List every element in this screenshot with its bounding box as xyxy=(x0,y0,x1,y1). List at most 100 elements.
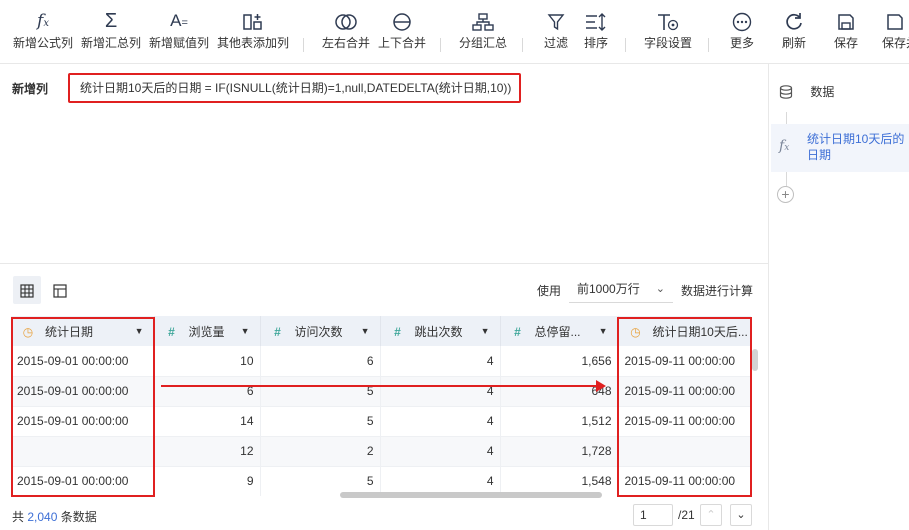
sort-icon xyxy=(578,8,614,34)
clock-icon: ◷ xyxy=(630,324,641,339)
toolbar: fx 新增公式列 Σ 新增汇总列 A= 新增赋值列 其他表添加列 左右合并 上下… xyxy=(0,0,909,64)
column-header[interactable]: # 跳出次数 ▼ xyxy=(380,316,501,346)
table-cell[interactable]: 2 xyxy=(260,436,381,467)
more-button[interactable]: 更多 xyxy=(724,8,760,58)
add-assign-column-button[interactable]: A= 新增赋值列 xyxy=(148,8,210,58)
table-cell[interactable]: 2015-09-01 00:00:00 xyxy=(11,406,155,437)
table-cell[interactable]: 2015-09-01 00:00:00 xyxy=(11,346,155,377)
group-summary-button[interactable]: 分组汇总 xyxy=(457,8,509,58)
table-cell[interactable]: 4 xyxy=(380,406,501,437)
caret-down-icon[interactable]: ▼ xyxy=(481,316,490,346)
table-cell[interactable]: 2015-09-11 00:00:00 xyxy=(618,466,751,496)
hash-icon: # xyxy=(394,324,401,339)
add-formula-column-button[interactable]: fx 新增公式列 xyxy=(12,8,74,58)
layout-icon xyxy=(53,284,67,298)
column-header[interactable]: ◷ 统计日期 ▼ xyxy=(11,316,155,346)
table-cell[interactable]: 5 xyxy=(260,406,381,437)
formula-step-label: 统计日期10天后的日期 xyxy=(807,132,905,162)
next-page-button[interactable]: ⌄ xyxy=(730,504,752,526)
fx-icon: fx xyxy=(37,11,49,31)
table-cell[interactable]: 2015-09-01 00:00:00 xyxy=(11,376,155,407)
table-row: 2015-09-01 00:00:00 6 5 4 648 2015-09-11… xyxy=(11,376,751,407)
table-cell[interactable]: 4 xyxy=(380,376,501,407)
more-icon xyxy=(724,8,760,34)
column-header[interactable]: # 访问次数 ▼ xyxy=(260,316,381,346)
prev-page-button[interactable]: ⌃ xyxy=(700,504,722,526)
field-settings-button[interactable]: 字段设置 xyxy=(642,8,694,58)
table-cell[interactable]: 2015-09-01 00:00:00 xyxy=(11,466,155,496)
calc-label: 数据进行计算 xyxy=(681,284,754,298)
toolbar-divider xyxy=(522,38,523,52)
caret-down-icon[interactable]: ▼ xyxy=(241,316,250,346)
table-cell[interactable]: 2015-09-11 00:00:00 xyxy=(618,376,751,407)
save-as-button[interactable]: 保存并 xyxy=(878,8,909,58)
column-header[interactable]: # 浏览量 ▼ xyxy=(154,316,261,346)
table-cell[interactable]: 9 xyxy=(154,466,261,496)
table-row: 2015-09-01 00:00:00 10 6 4 1,656 2015-09… xyxy=(11,346,751,377)
table-cell[interactable]: 14 xyxy=(154,406,261,437)
row-limit-select[interactable]: 前1000万行 ⌄ xyxy=(569,276,673,303)
refresh-button[interactable]: 刷新 xyxy=(776,8,812,58)
new-column-label: 新增列 xyxy=(12,82,49,96)
table-cell[interactable]: 12 xyxy=(154,436,261,467)
formula-editor-area: 新增列 统计日期10天后的日期 = IF(ISNULL(统计日期)=1,null… xyxy=(0,64,768,264)
table-cell[interactable]: 1,656 xyxy=(500,346,619,377)
merge-top-bottom-button[interactable]: 上下合并 xyxy=(376,8,428,58)
field-settings-icon xyxy=(642,8,694,34)
grid-icon xyxy=(20,284,34,298)
table-cell[interactable]: 6 xyxy=(260,346,381,377)
page-total: /21 xyxy=(678,508,695,522)
column-header[interactable]: # 总停留... ▼ xyxy=(500,316,619,346)
caret-down-icon[interactable]: ▼ xyxy=(135,316,144,346)
formula-step-node[interactable]: fx 统计日期10天后的日期 xyxy=(771,124,909,172)
merge-tb-icon xyxy=(376,8,428,34)
table-cell[interactable]: 5 xyxy=(260,376,381,407)
add-step-button[interactable]: + xyxy=(777,186,794,203)
filter-button[interactable]: 过滤 xyxy=(538,8,574,58)
table-cell[interactable]: 1,512 xyxy=(500,406,619,437)
merge-left-right-button[interactable]: 左右合并 xyxy=(320,8,372,58)
save-button[interactable]: 保存 xyxy=(828,8,864,58)
database-icon xyxy=(779,85,793,99)
table-cell[interactable]: 1,728 xyxy=(500,436,619,467)
table-view-toggle[interactable] xyxy=(13,276,41,304)
table-cell[interactable]: 4 xyxy=(380,436,501,467)
caret-down-icon[interactable]: ▼ xyxy=(599,316,608,346)
sigma-icon: Σ xyxy=(104,10,118,32)
refresh-icon xyxy=(776,8,812,34)
hash-icon: # xyxy=(514,324,521,339)
data-node-label: 数据 xyxy=(810,84,835,99)
toolbar-divider xyxy=(625,38,626,52)
column-header[interactable]: ◷ 统计日期10天后... xyxy=(618,316,751,346)
data-table: ◷ 统计日期 ▼ # 浏览量 ▼ # 访问次数 ▼ # 跳出次数 ▼ # 总停留... ▼ ◷ 统计日… xyxy=(11,316,751,496)
table-cell[interactable]: 2015-09-11 00:00:00 xyxy=(618,346,751,377)
table-cell[interactable] xyxy=(618,436,751,467)
table-cell[interactable]: 4 xyxy=(380,346,501,377)
table-cell[interactable]: 10 xyxy=(154,346,261,377)
sort-button[interactable]: 排序 xyxy=(578,8,614,58)
table-row: 12 2 4 1,728 xyxy=(11,436,751,467)
add-summary-column-button[interactable]: Σ 新增汇总列 xyxy=(80,8,142,58)
table-cell[interactable]: 2015-09-11 00:00:00 xyxy=(618,406,751,437)
table-row: 2015-09-01 00:00:00 14 5 4 1,512 2015-09… xyxy=(11,406,751,437)
field-view-toggle[interactable] xyxy=(46,276,74,304)
fx-icon: fx xyxy=(779,138,790,154)
use-label: 使用 xyxy=(537,284,562,298)
flow-connector xyxy=(786,112,787,124)
horizontal-scrollbar[interactable] xyxy=(340,492,602,498)
save-as-icon xyxy=(878,8,909,34)
caret-down-icon[interactable]: ▼ xyxy=(361,316,370,346)
table-cell[interactable]: 6 xyxy=(154,376,261,407)
add-column-from-other-table-button[interactable]: 其他表添加列 xyxy=(216,8,290,58)
assign-icon: A= xyxy=(170,11,188,30)
filter-icon xyxy=(538,8,574,34)
vertical-scrollbar[interactable] xyxy=(752,349,758,371)
annotation-arrow xyxy=(161,385,601,387)
toolbar-divider xyxy=(440,38,441,52)
annotation-arrowhead xyxy=(596,380,606,392)
chevron-up-icon: ⌃ xyxy=(706,509,716,521)
data-node[interactable]: 数据 xyxy=(779,82,834,100)
table-cell[interactable] xyxy=(11,436,155,467)
page-number-input[interactable] xyxy=(633,504,673,526)
formula-input[interactable]: 统计日期10天后的日期 = IF(ISNULL(统计日期)=1,null,DAT… xyxy=(68,73,521,103)
